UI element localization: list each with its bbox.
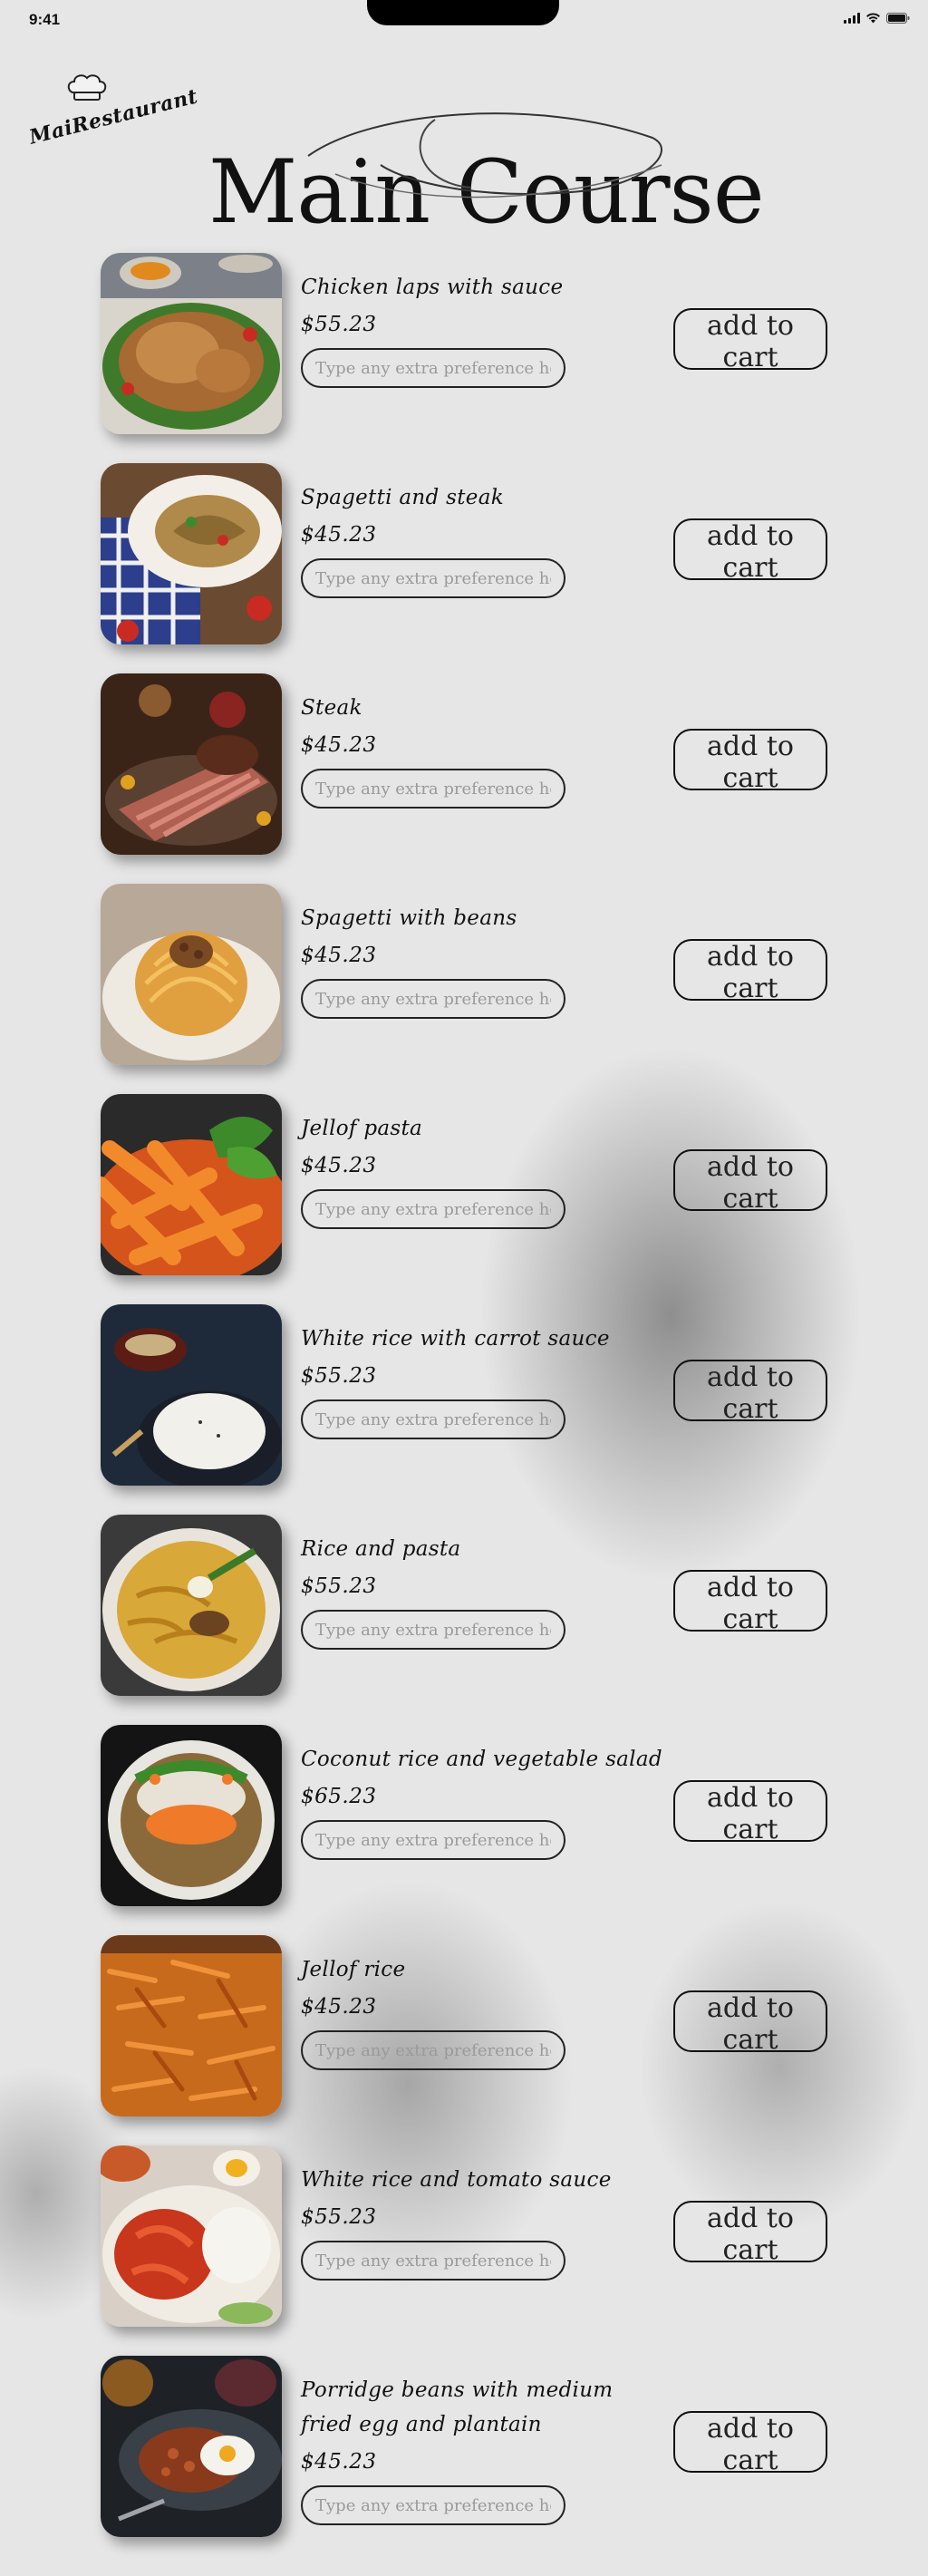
preference-input[interactable] — [301, 769, 566, 809]
dish-info: White rice and tomato sauce $55.23 — [301, 2163, 663, 2281]
dish-photo-white-rice-tomato — [101, 2145, 282, 2327]
menu-item: Spagetti with beans $45.23 add to cart — [0, 876, 928, 1066]
add-to-cart-button[interactable]: add to cart — [673, 729, 827, 794]
dish-photo-spagetti-steak — [101, 463, 282, 644]
menu-item: Chicken laps with sauce $55.23 add to ca… — [0, 245, 928, 435]
preference-input[interactable] — [301, 1820, 566, 1860]
logo-text: MaiRestaurant — [26, 84, 200, 150]
dish-name: Chicken laps with sauce — [301, 276, 564, 299]
dish-name: Spagetti with beans — [301, 906, 517, 930]
dish-photo-rice-pasta — [101, 1515, 282, 1696]
dish-price: $55.23 — [301, 313, 377, 336]
status-bar: 9:41 — [0, 0, 928, 45]
dish-price: $45.23 — [301, 944, 377, 967]
dish-name: Jellof pasta — [301, 1117, 423, 1140]
dish-name: White rice with carrot sauce — [301, 1327, 610, 1351]
dish-price: $55.23 — [301, 2205, 377, 2229]
dish-info: Chicken laps with sauce $55.23 — [301, 270, 663, 388]
add-to-cart-button[interactable]: add to cart — [673, 1780, 827, 1845]
dish-name: Coconut rice and vegetable salad — [301, 1748, 662, 1771]
preference-input[interactable] — [301, 979, 566, 1019]
dish-info: Steak $45.23 — [301, 691, 663, 809]
dish-info: Spagetti and steak $45.23 — [301, 480, 663, 598]
dish-info: Rice and pasta $55.23 — [301, 1532, 663, 1650]
dish-price: $45.23 — [301, 2450, 377, 2474]
dish-photo-jellof-pasta — [101, 1094, 282, 1275]
dish-name: Rice and pasta — [301, 1537, 461, 1561]
menu-item: Coconut rice and vegetable salad $65.23 … — [0, 1717, 928, 1907]
add-to-cart-button[interactable]: add to cart — [673, 518, 827, 584]
preference-input[interactable] — [301, 2241, 566, 2281]
add-to-cart-button[interactable]: add to cart — [673, 2411, 827, 2476]
battery-icon — [886, 13, 910, 24]
preference-input[interactable] — [301, 558, 566, 598]
menu-item: Rice and pasta $55.23 add to cart — [0, 1506, 928, 1697]
cellular-signal-icon — [844, 13, 860, 24]
dish-photo-white-rice-carrot — [101, 1304, 282, 1486]
dish-name: Porridge beans with medium fried egg and… — [301, 2378, 614, 2436]
preference-input[interactable] — [301, 2030, 566, 2070]
preference-input[interactable] — [301, 1399, 566, 1439]
preference-input[interactable] — [301, 1610, 566, 1650]
dish-info: Jellof pasta $45.23 — [301, 1111, 663, 1229]
menu-item: Steak $45.23 add to cart — [0, 665, 928, 856]
preference-input[interactable] — [301, 2485, 566, 2525]
menu-item: White rice with carrot sauce $55.23 add … — [0, 1296, 928, 1487]
chef-hat-icon — [67, 74, 107, 101]
menu-item: Jellof rice $45.23 add to cart — [0, 1927, 928, 2117]
wifi-icon — [865, 13, 881, 24]
dish-photo-coconut-rice — [101, 1725, 282, 1906]
add-to-cart-button[interactable]: add to cart — [673, 1570, 827, 1635]
dish-name: Spagetti and steak — [301, 486, 504, 509]
dish-info: White rice with carrot sauce $55.23 — [301, 1322, 663, 1439]
device-notch — [367, 0, 559, 25]
dish-price: $45.23 — [301, 733, 377, 757]
add-to-cart-button[interactable]: add to cart — [673, 939, 827, 1004]
dish-photo-chicken — [101, 253, 282, 434]
preference-input[interactable] — [301, 1189, 566, 1229]
menu-item: Porridge beans with medium fried egg and… — [0, 2348, 928, 2538]
add-to-cart-button[interactable]: add to cart — [673, 1990, 827, 2056]
restaurant-logo: MaiRestaurant — [27, 71, 200, 152]
status-time: 9:41 — [29, 11, 61, 28]
dish-photo-jellof-rice — [101, 1935, 282, 2116]
dish-photo-porridge-beans — [101, 2356, 282, 2537]
add-to-cart-button[interactable]: add to cart — [673, 308, 827, 373]
dish-info: Jellof rice $45.23 — [301, 1952, 663, 2070]
dish-price: $45.23 — [301, 1154, 377, 1177]
menu-item: Spagetti and steak $45.23 add to cart — [0, 455, 928, 645]
menu-item: White rice and tomato sauce $55.23 add t… — [0, 2137, 928, 2328]
dish-price: $45.23 — [301, 523, 377, 547]
dish-photo-steak — [101, 673, 282, 855]
dish-price: $65.23 — [301, 1785, 377, 1808]
dish-info: Spagetti with beans $45.23 — [301, 901, 663, 1019]
dish-price: $55.23 — [301, 1574, 377, 1598]
menu-item: Jellof pasta $45.23 add to cart — [0, 1086, 928, 1276]
dish-photo-spagetti-beans — [101, 884, 282, 1065]
add-to-cart-button[interactable]: add to cart — [673, 1360, 827, 1425]
preference-input[interactable] — [301, 348, 566, 388]
status-icons — [844, 13, 910, 24]
dish-name: Steak — [301, 696, 362, 720]
dish-price: $45.23 — [301, 1995, 377, 2019]
dish-name: White rice and tomato sauce — [301, 2168, 612, 2192]
dish-name: Jellof rice — [301, 1958, 406, 1981]
dish-info: Coconut rice and vegetable salad $65.23 — [301, 1742, 663, 1860]
add-to-cart-button[interactable]: add to cart — [673, 2201, 827, 2266]
dish-price: $55.23 — [301, 1364, 377, 1388]
page-title: Main Course — [208, 141, 765, 244]
add-to-cart-button[interactable]: add to cart — [673, 1149, 827, 1215]
dish-info: Porridge beans with medium fried egg and… — [301, 2373, 663, 2525]
